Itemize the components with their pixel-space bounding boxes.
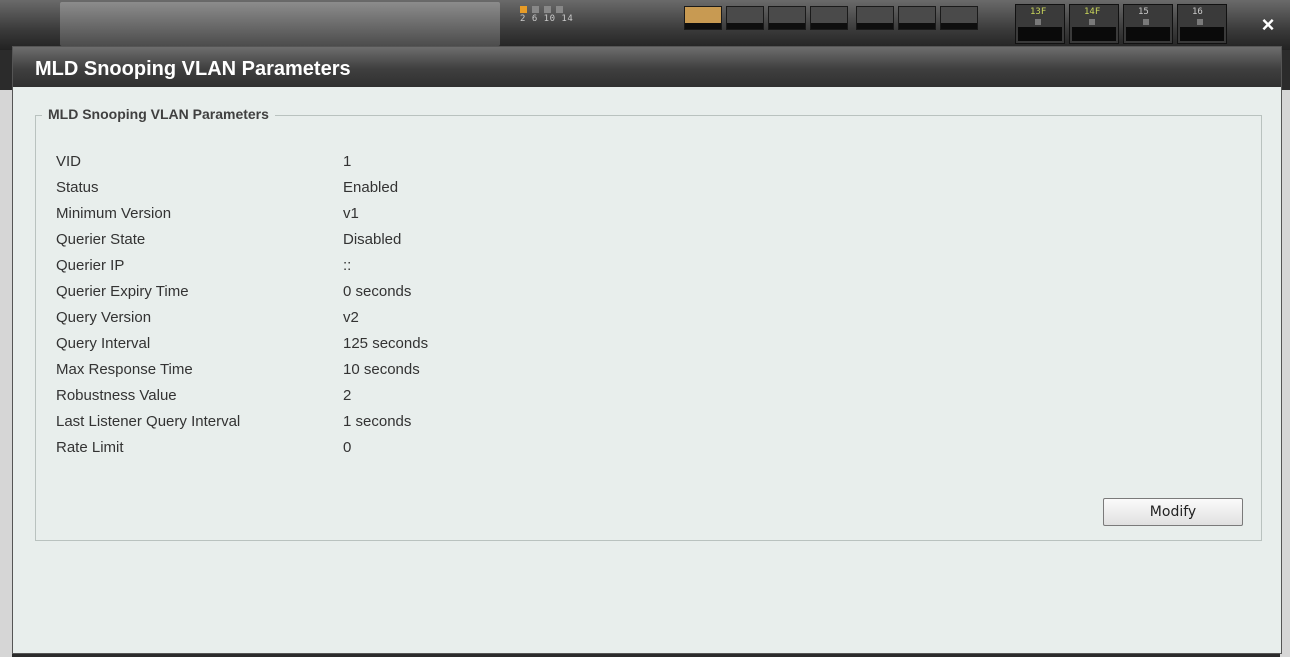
parameters-fieldset: MLD Snooping VLAN Parameters VID 1 Statu… <box>35 106 1262 541</box>
sfp-port[interactable]: 15 <box>1123 4 1173 44</box>
param-row-status: Status Enabled <box>56 174 428 200</box>
rj45-port[interactable] <box>726 6 764 30</box>
param-row-minimum-version: Minimum Version v1 <box>56 200 428 226</box>
close-icon[interactable]: × <box>1252 10 1284 40</box>
param-label: Last Listener Query Interval <box>56 412 241 430</box>
param-row-querier-ip: Querier IP :: <box>56 252 428 278</box>
sfp-port-label: 13F <box>1030 7 1047 17</box>
param-row-querier-expiry-time: Querier Expiry Time 0 seconds <box>56 278 428 304</box>
param-row-query-interval: Query Interval 125 seconds <box>56 330 428 356</box>
param-row-querier-state: Querier State Disabled <box>56 226 428 252</box>
port-led <box>544 6 551 13</box>
port-number-labels: 2 6 10 14 <box>520 14 574 24</box>
rj45-port-group <box>684 6 848 30</box>
device-panel-background: 2 6 10 14 13F 14F 15 16 × <box>0 0 1290 50</box>
param-label: Minimum Version <box>56 204 172 222</box>
param-value: :: <box>343 256 352 274</box>
param-label: Status <box>56 178 99 196</box>
param-label: Querier IP <box>56 256 125 274</box>
rj45-port[interactable] <box>810 6 848 30</box>
sfp-cage <box>1018 27 1062 41</box>
param-value: 10 seconds <box>343 360 420 378</box>
rj45-port[interactable] <box>940 6 978 30</box>
sfp-cage <box>1180 27 1224 41</box>
port-led <box>532 6 539 13</box>
rj45-port[interactable] <box>898 6 936 30</box>
sfp-port[interactable]: 13F <box>1015 4 1065 44</box>
sfp-port-label: 16 <box>1192 7 1203 17</box>
rj45-port-group <box>856 6 978 30</box>
sfp-led <box>1089 19 1095 25</box>
rj45-port[interactable] <box>856 6 894 30</box>
param-label: Querier State <box>56 230 146 248</box>
sfp-port-group: 13F 14F 15 16 <box>1015 4 1227 44</box>
background-page-edge <box>0 90 12 657</box>
param-value: 1 seconds <box>343 412 412 430</box>
param-label: Querier Expiry Time <box>56 282 189 300</box>
param-row-max-response-time: Max Response Time 10 seconds <box>56 356 428 382</box>
param-row-robustness-value: Robustness Value 2 <box>56 382 428 408</box>
sfp-cage <box>1126 27 1170 41</box>
param-value: 0 <box>343 438 352 456</box>
param-label: VID <box>56 152 82 170</box>
param-value: 0 seconds <box>343 282 412 300</box>
param-label: Max Response Time <box>56 360 193 378</box>
rj45-port[interactable] <box>768 6 806 30</box>
dialog-title: MLD Snooping VLAN Parameters <box>13 47 1281 87</box>
param-row-query-version: Query Version v2 <box>56 304 428 330</box>
param-value: v1 <box>343 204 359 222</box>
sfp-led <box>1143 19 1149 25</box>
param-row-vid: VID 1 <box>56 148 428 174</box>
param-label: Robustness Value <box>56 386 177 404</box>
device-faceplate <box>60 2 500 46</box>
sfp-led <box>1035 19 1041 25</box>
param-label: Query Version <box>56 308 152 326</box>
param-value: 1 <box>343 152 352 170</box>
param-row-last-listener-query-interval: Last Listener Query Interval 1 seconds <box>56 408 428 434</box>
rj45-port[interactable] <box>684 6 722 30</box>
status-led-cluster: 2 6 10 14 <box>520 6 582 42</box>
param-value: 2 <box>343 386 352 404</box>
param-value: 125 seconds <box>343 334 429 352</box>
sfp-cage <box>1072 27 1116 41</box>
param-value: Enabled <box>343 178 399 196</box>
parameter-list: VID 1 Status Enabled Minimum Version v1 … <box>56 148 428 460</box>
sfp-port-label: 14F <box>1084 7 1101 17</box>
param-row-rate-limit: Rate Limit 0 <box>56 434 428 460</box>
sfp-port[interactable]: 16 <box>1177 4 1227 44</box>
sfp-led <box>1197 19 1203 25</box>
param-label: Rate Limit <box>56 438 124 456</box>
sfp-port-label: 15 <box>1138 7 1149 17</box>
modify-button[interactable]: Modify <box>1103 498 1243 526</box>
mld-snooping-dialog: MLD Snooping VLAN Parameters MLD Snoopin… <box>12 46 1282 654</box>
param-label: Query Interval <box>56 334 151 352</box>
param-value: v2 <box>343 308 359 326</box>
sfp-port[interactable]: 14F <box>1069 4 1119 44</box>
fieldset-legend: MLD Snooping VLAN Parameters <box>42 106 275 122</box>
port-led <box>520 6 527 13</box>
param-value: Disabled <box>343 230 402 248</box>
port-led <box>556 6 563 13</box>
